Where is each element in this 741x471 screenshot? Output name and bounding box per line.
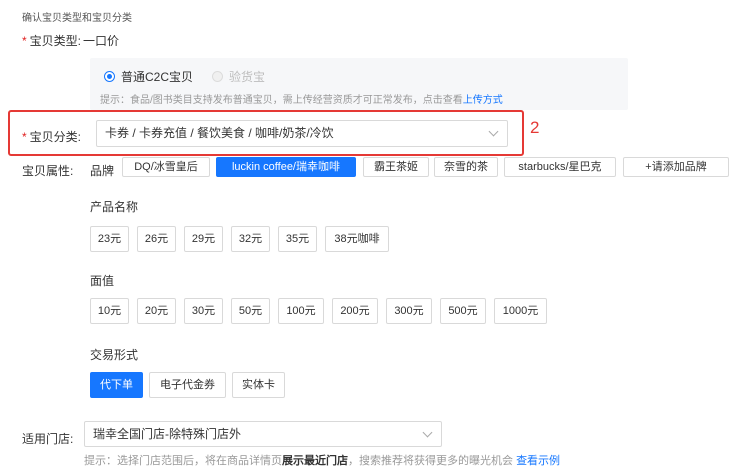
item-type-options-panel: 普通C2C宝贝 验货宝 提示：食品/图书类目支持发布普通宝贝，需上传经营资质才可… <box>90 58 628 110</box>
brand-tag-bawang[interactable]: 霸王茶姬 <box>363 157 429 177</box>
product-name-label: 产品名称 <box>90 200 139 214</box>
view-example-link[interactable]: 查看示例 <box>516 455 560 467</box>
product-option[interactable]: 35元 <box>278 226 317 252</box>
trade-form-option-card[interactable]: 实体卡 <box>232 372 285 398</box>
category-label-row: * 宝贝分类: <box>22 128 81 145</box>
product-option[interactable]: 29元 <box>184 226 223 252</box>
face-value-option[interactable]: 100元 <box>278 298 324 324</box>
radio-c2c[interactable]: 普通C2C宝贝 <box>104 68 193 85</box>
face-value-option[interactable]: 50元 <box>231 298 270 324</box>
store-select[interactable]: 瑞幸全国门店-除特殊门店外 <box>84 421 442 447</box>
upload-method-link[interactable]: 上传方式 <box>463 95 503 106</box>
trade-form-label: 交易形式 <box>90 348 139 362</box>
store-hint-suffix: ，搜索推荐将获得更多的曝光机会 <box>348 455 513 467</box>
brand-tag-starbucks[interactable]: starbucks/星巴克 <box>504 157 616 177</box>
store-label: 适用门店: <box>22 432 74 446</box>
product-option[interactable]: 26元 <box>137 226 176 252</box>
section-title: 确认宝贝类型和宝贝分类 <box>22 13 132 24</box>
face-value-option[interactable]: 200元 <box>332 298 378 324</box>
face-value-option[interactable]: 30元 <box>184 298 223 324</box>
face-value-option[interactable]: 1000元 <box>494 298 547 324</box>
radio-disabled-icon <box>212 71 223 82</box>
radio-inspection-label: 验货宝 <box>229 70 266 84</box>
category-label: 宝贝分类: <box>29 130 82 144</box>
face-value-label: 面值 <box>90 274 115 288</box>
radio-inspection[interactable]: 验货宝 <box>212 68 265 85</box>
category-select[interactable]: 卡券 / 卡券充值 / 餐饮美食 / 咖啡/奶茶/冷饮 <box>96 120 508 147</box>
product-option[interactable]: 38元咖啡 <box>325 226 389 252</box>
trade-form-option-ecoupon[interactable]: 电子代金券 <box>149 372 226 398</box>
store-hint-bold: 展示最近门店 <box>282 455 348 467</box>
item-type-value: 一口价 <box>83 34 120 48</box>
store-hint: 提示：选择门店范围后，将在商品详情页展示最近门店，搜索推荐将获得更多的曝光机会 … <box>84 452 560 468</box>
radio-c2c-label: 普通C2C宝贝 <box>121 70 194 84</box>
radio-checked-icon <box>104 71 115 82</box>
store-hint-prefix: 提示：选择门店范围后，将在商品详情页 <box>84 455 282 467</box>
product-option[interactable]: 23元 <box>90 226 129 252</box>
face-value-option[interactable]: 20元 <box>137 298 176 324</box>
brand-label: 品牌 <box>90 164 115 178</box>
item-type-row: * 宝贝类型: 一口价 <box>22 32 119 49</box>
brand-tag-nayuki[interactable]: 奈雪的茶 <box>434 157 498 177</box>
attributes-label: 宝贝属性: <box>22 164 74 178</box>
face-value-option[interactable]: 10元 <box>90 298 129 324</box>
item-type-hint: 提示：食品/图书类目支持发布普通宝贝，需上传经营资质才可正常发布，点击查看上传方… <box>100 91 503 106</box>
item-type-hint-text: 提示：食品/图书类目支持发布普通宝贝，需上传经营资质才可正常发布，点击查看 <box>100 95 463 106</box>
brand-tag-luckin[interactable]: luckin coffee/瑞幸咖啡 <box>216 157 356 177</box>
item-type-label: 宝贝类型: <box>29 34 82 48</box>
trade-form-option-proxy[interactable]: 代下单 <box>90 372 143 398</box>
required-mark: * <box>22 130 27 144</box>
store-value: 瑞幸全国门店-除特殊门店外 <box>93 427 241 441</box>
chevron-down-icon <box>422 427 433 438</box>
brand-tag-dq[interactable]: DQ/冰雪皇后 <box>122 157 210 177</box>
category-value: 卡券 / 卡券充值 / 餐饮美食 / 咖啡/奶茶/冷饮 <box>105 126 334 140</box>
face-value-option[interactable]: 300元 <box>386 298 432 324</box>
annotation-step-number: 2 <box>530 118 540 137</box>
chevron-down-icon <box>488 126 499 137</box>
product-option[interactable]: 32元 <box>231 226 270 252</box>
face-value-option[interactable]: 500元 <box>440 298 486 324</box>
add-brand-button[interactable]: +请添加品牌 <box>623 157 729 177</box>
required-mark: * <box>22 34 27 48</box>
